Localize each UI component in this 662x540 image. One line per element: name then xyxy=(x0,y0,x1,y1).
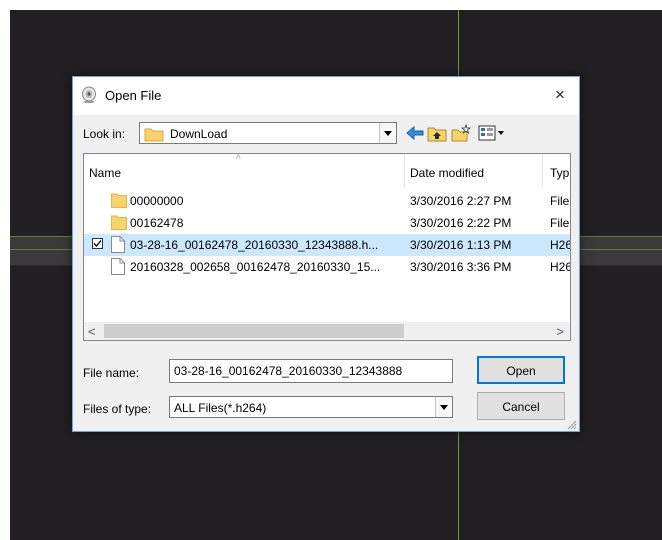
column-divider[interactable] xyxy=(542,154,543,188)
file-name: 00162478 xyxy=(130,216,184,230)
column-divider[interactable] xyxy=(404,154,405,188)
file-icon xyxy=(111,258,125,278)
open-file-dialog: Open File × Look in: DownLoad Name ^ Dat… xyxy=(72,76,580,432)
file-date: 3/30/2016 2:22 PM xyxy=(410,216,512,230)
folder-icon xyxy=(144,126,164,145)
open-button[interactable]: Open xyxy=(477,356,565,384)
file-type: H26 xyxy=(550,238,571,252)
column-header-type[interactable]: Typ xyxy=(550,166,569,180)
look-in-value: DownLoad xyxy=(170,127,228,141)
cancel-button[interactable]: Cancel xyxy=(477,392,565,420)
file-name: 20160328_002658_00162478_20160330_15... xyxy=(130,260,381,274)
look-in-combo[interactable]: DownLoad xyxy=(139,122,397,144)
back-arrow-icon[interactable] xyxy=(405,124,425,142)
file-date: 3/30/2016 3:36 PM xyxy=(410,260,512,274)
up-folder-icon[interactable] xyxy=(427,124,447,142)
file-icon xyxy=(111,236,125,256)
folder-icon xyxy=(111,214,127,233)
file-name: 00000000 xyxy=(130,194,184,208)
sort-ascending-icon: ^ xyxy=(236,154,241,165)
file-list[interactable]: Name ^ Date modified Typ 00000000 3/30/2… xyxy=(83,153,571,341)
file-date: 3/30/2016 2:27 PM xyxy=(410,194,512,208)
file-type: File xyxy=(550,194,570,208)
app-icon xyxy=(81,86,97,104)
chevron-down-icon[interactable] xyxy=(435,397,452,417)
file-type: File xyxy=(550,216,570,230)
list-item[interactable]: 20160328_002658_00162478_20160330_15... … xyxy=(84,256,571,278)
file-name-field[interactable]: 03-28-16_00162478_20160330_12343888 xyxy=(169,359,453,383)
files-of-type-label: Files of type: xyxy=(83,402,152,416)
list-header: Name ^ Date modified Typ xyxy=(84,154,570,188)
resize-grip-icon[interactable] xyxy=(567,419,577,430)
title-bar[interactable]: Open File × xyxy=(73,77,579,115)
item-checkbox[interactable] xyxy=(92,238,103,249)
scroll-thumb[interactable] xyxy=(104,324,404,338)
folder-icon xyxy=(111,192,127,211)
file-date: 3/30/2016 1:13 PM xyxy=(410,238,512,252)
chevron-down-icon[interactable] xyxy=(379,123,396,143)
dialog-title: Open File xyxy=(105,88,162,103)
list-item[interactable]: 00162478 3/30/2016 2:22 PM File xyxy=(84,212,570,234)
list-item-selected[interactable]: 03-28-16_00162478_20160330_12343888.h...… xyxy=(84,234,571,256)
scroll-right-icon[interactable]: > xyxy=(556,324,564,339)
file-name-label: File name: xyxy=(83,366,140,380)
look-in-label: Look in: xyxy=(83,127,126,141)
new-folder-icon[interactable] xyxy=(451,123,472,142)
files-of-type-value: ALL Files(*.h264) xyxy=(174,401,267,415)
list-item[interactable]: 00000000 3/30/2016 2:27 PM File xyxy=(84,190,570,212)
file-name: 03-28-16_00162478_20160330_12343888.h... xyxy=(130,238,379,252)
close-button[interactable]: × xyxy=(545,81,575,109)
view-menu-icon[interactable] xyxy=(477,124,507,142)
horizontal-scrollbar[interactable]: < > xyxy=(84,322,570,340)
column-header-name[interactable]: Name xyxy=(89,166,121,180)
file-type: H26 xyxy=(550,260,571,274)
scroll-left-icon[interactable]: < xyxy=(88,324,96,339)
files-of-type-combo[interactable]: ALL Files(*.h264) xyxy=(169,396,453,418)
column-header-date[interactable]: Date modified xyxy=(410,166,484,180)
